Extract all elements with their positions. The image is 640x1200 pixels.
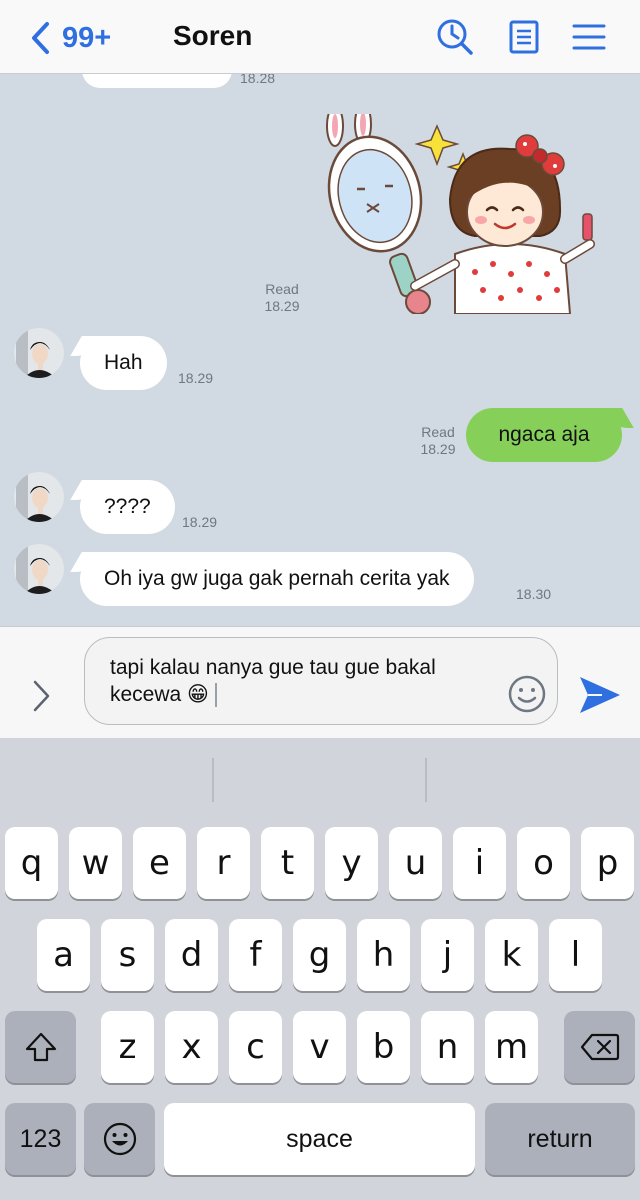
suggestion-divider [212, 758, 214, 802]
key-b[interactable]: b [357, 1011, 410, 1083]
key-d[interactable]: d [165, 919, 218, 991]
message-bubble[interactable]: ???? [80, 480, 175, 534]
notes-icon[interactable] [505, 18, 543, 56]
message-bubble[interactable]: ngaca aja [466, 408, 622, 462]
backspace-icon [580, 1033, 619, 1061]
shift-key[interactable] [5, 1011, 76, 1083]
message-time: 18.28 [240, 74, 276, 86]
numbers-key[interactable]: 123 [5, 1103, 76, 1175]
message-bubble[interactable]: Oh iya gw juga gak pernah cerita yak [80, 552, 474, 606]
sticker-girl-mirror[interactable] [315, 114, 605, 314]
return-key[interactable]: return [485, 1103, 635, 1175]
chat-header: 99+ Soren [0, 0, 640, 74]
menu-icon[interactable] [570, 18, 608, 56]
key-f[interactable]: f [229, 919, 282, 991]
emoji-icon[interactable] [507, 674, 547, 714]
chat-title: Soren [173, 20, 253, 51]
message-input[interactable]: tapi kalau nanya gue tau gue bakal kecew… [84, 637, 558, 725]
key-v[interactable]: v [293, 1011, 346, 1083]
space-key[interactable]: space [164, 1103, 475, 1175]
message-time: 18.29 [178, 370, 214, 386]
key-u[interactable]: u [389, 827, 442, 899]
text-caret [214, 683, 217, 708]
shift-icon [25, 1032, 56, 1062]
key-c[interactable]: c [229, 1011, 282, 1083]
delete-key[interactable] [564, 1011, 635, 1083]
on-screen-keyboard: q w e r t y u i o p a s d f g h j k l z … [0, 738, 640, 1200]
key-n[interactable]: n [421, 1011, 474, 1083]
key-j[interactable]: j [421, 919, 474, 991]
unread-count: 99+ [62, 21, 112, 54]
back-button[interactable]: 99+ [30, 18, 111, 58]
key-s[interactable]: s [101, 919, 154, 991]
key-a[interactable]: a [37, 919, 90, 991]
avatar[interactable] [14, 472, 64, 522]
message-time: 18.30 [516, 586, 552, 602]
emoji-key[interactable] [84, 1103, 155, 1175]
sticker-read-receipt: Read 18.29 [264, 281, 300, 314]
key-q[interactable]: q [5, 827, 58, 899]
key-k[interactable]: k [485, 919, 538, 991]
key-z[interactable]: z [101, 1011, 154, 1083]
message-bubble[interactable]: Hah [80, 336, 167, 390]
key-o[interactable]: o [517, 827, 570, 899]
message-time: 18.29 [182, 514, 218, 530]
send-icon[interactable] [578, 675, 622, 715]
key-t[interactable]: t [261, 827, 314, 899]
key-g[interactable]: g [293, 919, 346, 991]
search-history-icon[interactable] [436, 18, 474, 56]
suggestion-divider [425, 758, 427, 802]
avatar[interactable] [14, 544, 64, 594]
key-p[interactable]: p [581, 827, 634, 899]
key-m[interactable]: m [485, 1011, 538, 1083]
avatar[interactable] [14, 328, 64, 378]
read-receipt: Read 18.29 [420, 424, 456, 457]
key-y[interactable]: y [325, 827, 378, 899]
key-x[interactable]: x [165, 1011, 218, 1083]
partial-message-bubble [82, 74, 232, 88]
message-input-bar: tapi kalau nanya gue tau gue bakal kecew… [0, 626, 640, 738]
emoji-icon [103, 1122, 136, 1156]
key-h[interactable]: h [357, 919, 410, 991]
chevron-right-icon[interactable] [30, 679, 52, 713]
key-r[interactable]: r [197, 827, 250, 899]
key-w[interactable]: w [69, 827, 122, 899]
chat-area[interactable]: 18.28 Read 18.29 Hah 18.29 Read 18.29 ng… [0, 74, 640, 626]
key-i[interactable]: i [453, 827, 506, 899]
chevron-left-icon [32, 22, 49, 54]
key-l[interactable]: l [549, 919, 602, 991]
key-e[interactable]: e [133, 827, 186, 899]
